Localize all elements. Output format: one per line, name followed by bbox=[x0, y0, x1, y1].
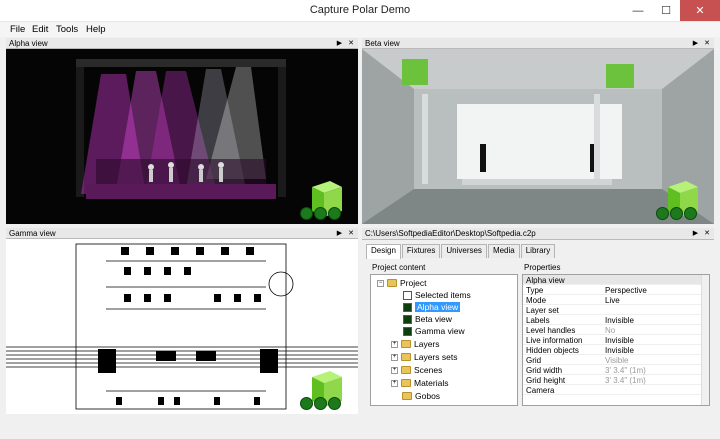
tab-universes[interactable]: Universes bbox=[441, 244, 487, 258]
tree-item-selected-items[interactable]: Selected items bbox=[403, 290, 471, 300]
window-title: Capture Polar Demo bbox=[309, 4, 411, 16]
prop-row-layer-set[interactable]: Layer set bbox=[523, 305, 709, 315]
minimize-button[interactable]: — bbox=[624, 0, 652, 21]
tab-fixtures[interactable]: Fixtures bbox=[401, 244, 441, 258]
view-tools bbox=[656, 207, 697, 220]
project-content-label: Project content bbox=[372, 263, 426, 272]
view-icon bbox=[403, 302, 412, 312]
prop-row-grid-height[interactable]: Grid height 3' 3.4" (1m) bbox=[523, 375, 709, 385]
selection-icon bbox=[403, 290, 412, 300]
folder-icon bbox=[401, 379, 411, 387]
tree-item-layers[interactable]: + Layers bbox=[391, 339, 440, 349]
beta-view-header: Beta view ▶ ✕ bbox=[362, 38, 714, 49]
collapse-icon[interactable]: − bbox=[377, 279, 384, 287]
beta-view-title: Beta view bbox=[365, 39, 400, 48]
close-button[interactable]: ✕ bbox=[680, 0, 720, 21]
menu-tools[interactable]: Tools bbox=[56, 24, 78, 35]
gamma-view-pane[interactable]: Gamma view ▶ ✕ bbox=[6, 228, 358, 414]
folder-icon bbox=[387, 279, 397, 287]
title-bar: Capture Polar Demo — ☐ ✕ bbox=[0, 0, 720, 22]
menu-bar: File Edit Tools Help bbox=[0, 22, 720, 37]
prop-row-camera[interactable]: Camera bbox=[523, 385, 709, 395]
pane-buttons[interactable]: ▶ ✕ bbox=[693, 39, 712, 47]
alpha-view-header: Alpha view ▶ ✕ bbox=[6, 38, 358, 49]
tree-item-gamma-view[interactable]: Gamma view bbox=[403, 326, 465, 336]
alpha-view-render[interactable] bbox=[6, 49, 358, 224]
file-path: C:\Users\SoftpediaEditor\Desktop\Softped… bbox=[365, 229, 536, 238]
prop-row-level-handles[interactable]: Level handles No bbox=[523, 325, 709, 335]
tree-item-beta-view[interactable]: Beta view bbox=[403, 314, 452, 324]
view-tools bbox=[300, 397, 341, 410]
prop-row-type[interactable]: Type Perspective bbox=[523, 285, 709, 295]
tree-item-alpha-view[interactable]: Alpha view bbox=[403, 302, 461, 312]
folder-icon bbox=[401, 340, 411, 348]
menu-file[interactable]: File bbox=[10, 24, 25, 35]
pane-buttons[interactable]: ▶ ✕ bbox=[693, 229, 712, 237]
expand-icon[interactable]: + bbox=[391, 353, 398, 361]
prop-row-labels[interactable]: Labels Invisible bbox=[523, 315, 709, 325]
gamma-view-header: Gamma view ▶ ✕ bbox=[6, 228, 358, 239]
tree-item-materials[interactable]: + Materials bbox=[391, 378, 448, 388]
tab-design[interactable]: Design bbox=[366, 244, 401, 259]
copy-icon[interactable] bbox=[314, 397, 327, 410]
properties-header: Alpha view bbox=[523, 275, 709, 285]
expand-icon[interactable]: + bbox=[391, 340, 398, 348]
tree-item-layers-sets[interactable]: + Layers sets bbox=[391, 352, 457, 362]
view-tools bbox=[300, 207, 341, 220]
rotate-icon[interactable] bbox=[328, 397, 341, 410]
project-tree[interactable]: − Project Selected items Alpha view Beta… bbox=[370, 274, 518, 406]
gamma-view-title: Gamma view bbox=[9, 229, 56, 238]
move-icon[interactable] bbox=[300, 397, 313, 410]
menu-edit[interactable]: Edit bbox=[32, 24, 48, 35]
tab-media[interactable]: Media bbox=[487, 244, 520, 258]
beta-view-pane[interactable]: Beta view ▶ ✕ bbox=[362, 38, 714, 224]
copy-icon[interactable] bbox=[314, 207, 327, 220]
expand-icon[interactable]: + bbox=[391, 366, 398, 374]
design-tabs: Design Fixtures Universes Media Library bbox=[366, 244, 556, 259]
folder-icon bbox=[401, 366, 411, 374]
gamma-view-render[interactable] bbox=[6, 239, 358, 414]
beta-view-render[interactable] bbox=[362, 49, 714, 224]
copy-icon[interactable] bbox=[670, 207, 683, 220]
expand-icon[interactable]: + bbox=[391, 379, 398, 387]
view-icon bbox=[403, 314, 412, 324]
prop-row-hidden-objects[interactable]: Hidden objects Invisible bbox=[523, 345, 709, 355]
folder-icon bbox=[402, 392, 412, 400]
prop-row-mode[interactable]: Mode Live bbox=[523, 295, 709, 305]
prop-row-grid[interactable]: Grid Visible bbox=[523, 355, 709, 365]
alpha-view-pane[interactable]: Alpha view ▶ ✕ bbox=[6, 38, 358, 224]
tab-library[interactable]: Library bbox=[520, 244, 556, 258]
view-icon bbox=[403, 326, 412, 336]
properties-scrollbar[interactable] bbox=[701, 275, 709, 405]
rotate-icon[interactable] bbox=[328, 207, 341, 220]
pane-buttons[interactable]: ▶ ✕ bbox=[337, 229, 356, 237]
alpha-view-title: Alpha view bbox=[9, 39, 48, 48]
pane-buttons[interactable]: ▶ ✕ bbox=[337, 39, 356, 47]
folder-icon bbox=[401, 353, 411, 361]
properties-grid[interactable]: Alpha view Type Perspective Mode Live Laye… bbox=[522, 274, 710, 406]
move-icon[interactable] bbox=[300, 207, 313, 220]
move-icon[interactable] bbox=[656, 207, 669, 220]
maximize-button[interactable]: ☐ bbox=[652, 0, 680, 21]
prop-row-live-information[interactable]: Live information Invisible bbox=[523, 335, 709, 345]
tree-item-project[interactable]: − Project bbox=[377, 278, 426, 288]
menu-help[interactable]: Help bbox=[86, 24, 106, 35]
properties-label: Properties bbox=[524, 263, 561, 272]
tree-item-gobos[interactable]: Gobos bbox=[402, 391, 440, 401]
prop-row-grid-width[interactable]: Grid width 3' 3.4" (1m) bbox=[523, 365, 709, 375]
rotate-icon[interactable] bbox=[684, 207, 697, 220]
tree-item-scenes[interactable]: + Scenes bbox=[391, 365, 442, 375]
file-path-header: C:\Users\SoftpediaEditor\Desktop\Softped… bbox=[362, 228, 714, 240]
